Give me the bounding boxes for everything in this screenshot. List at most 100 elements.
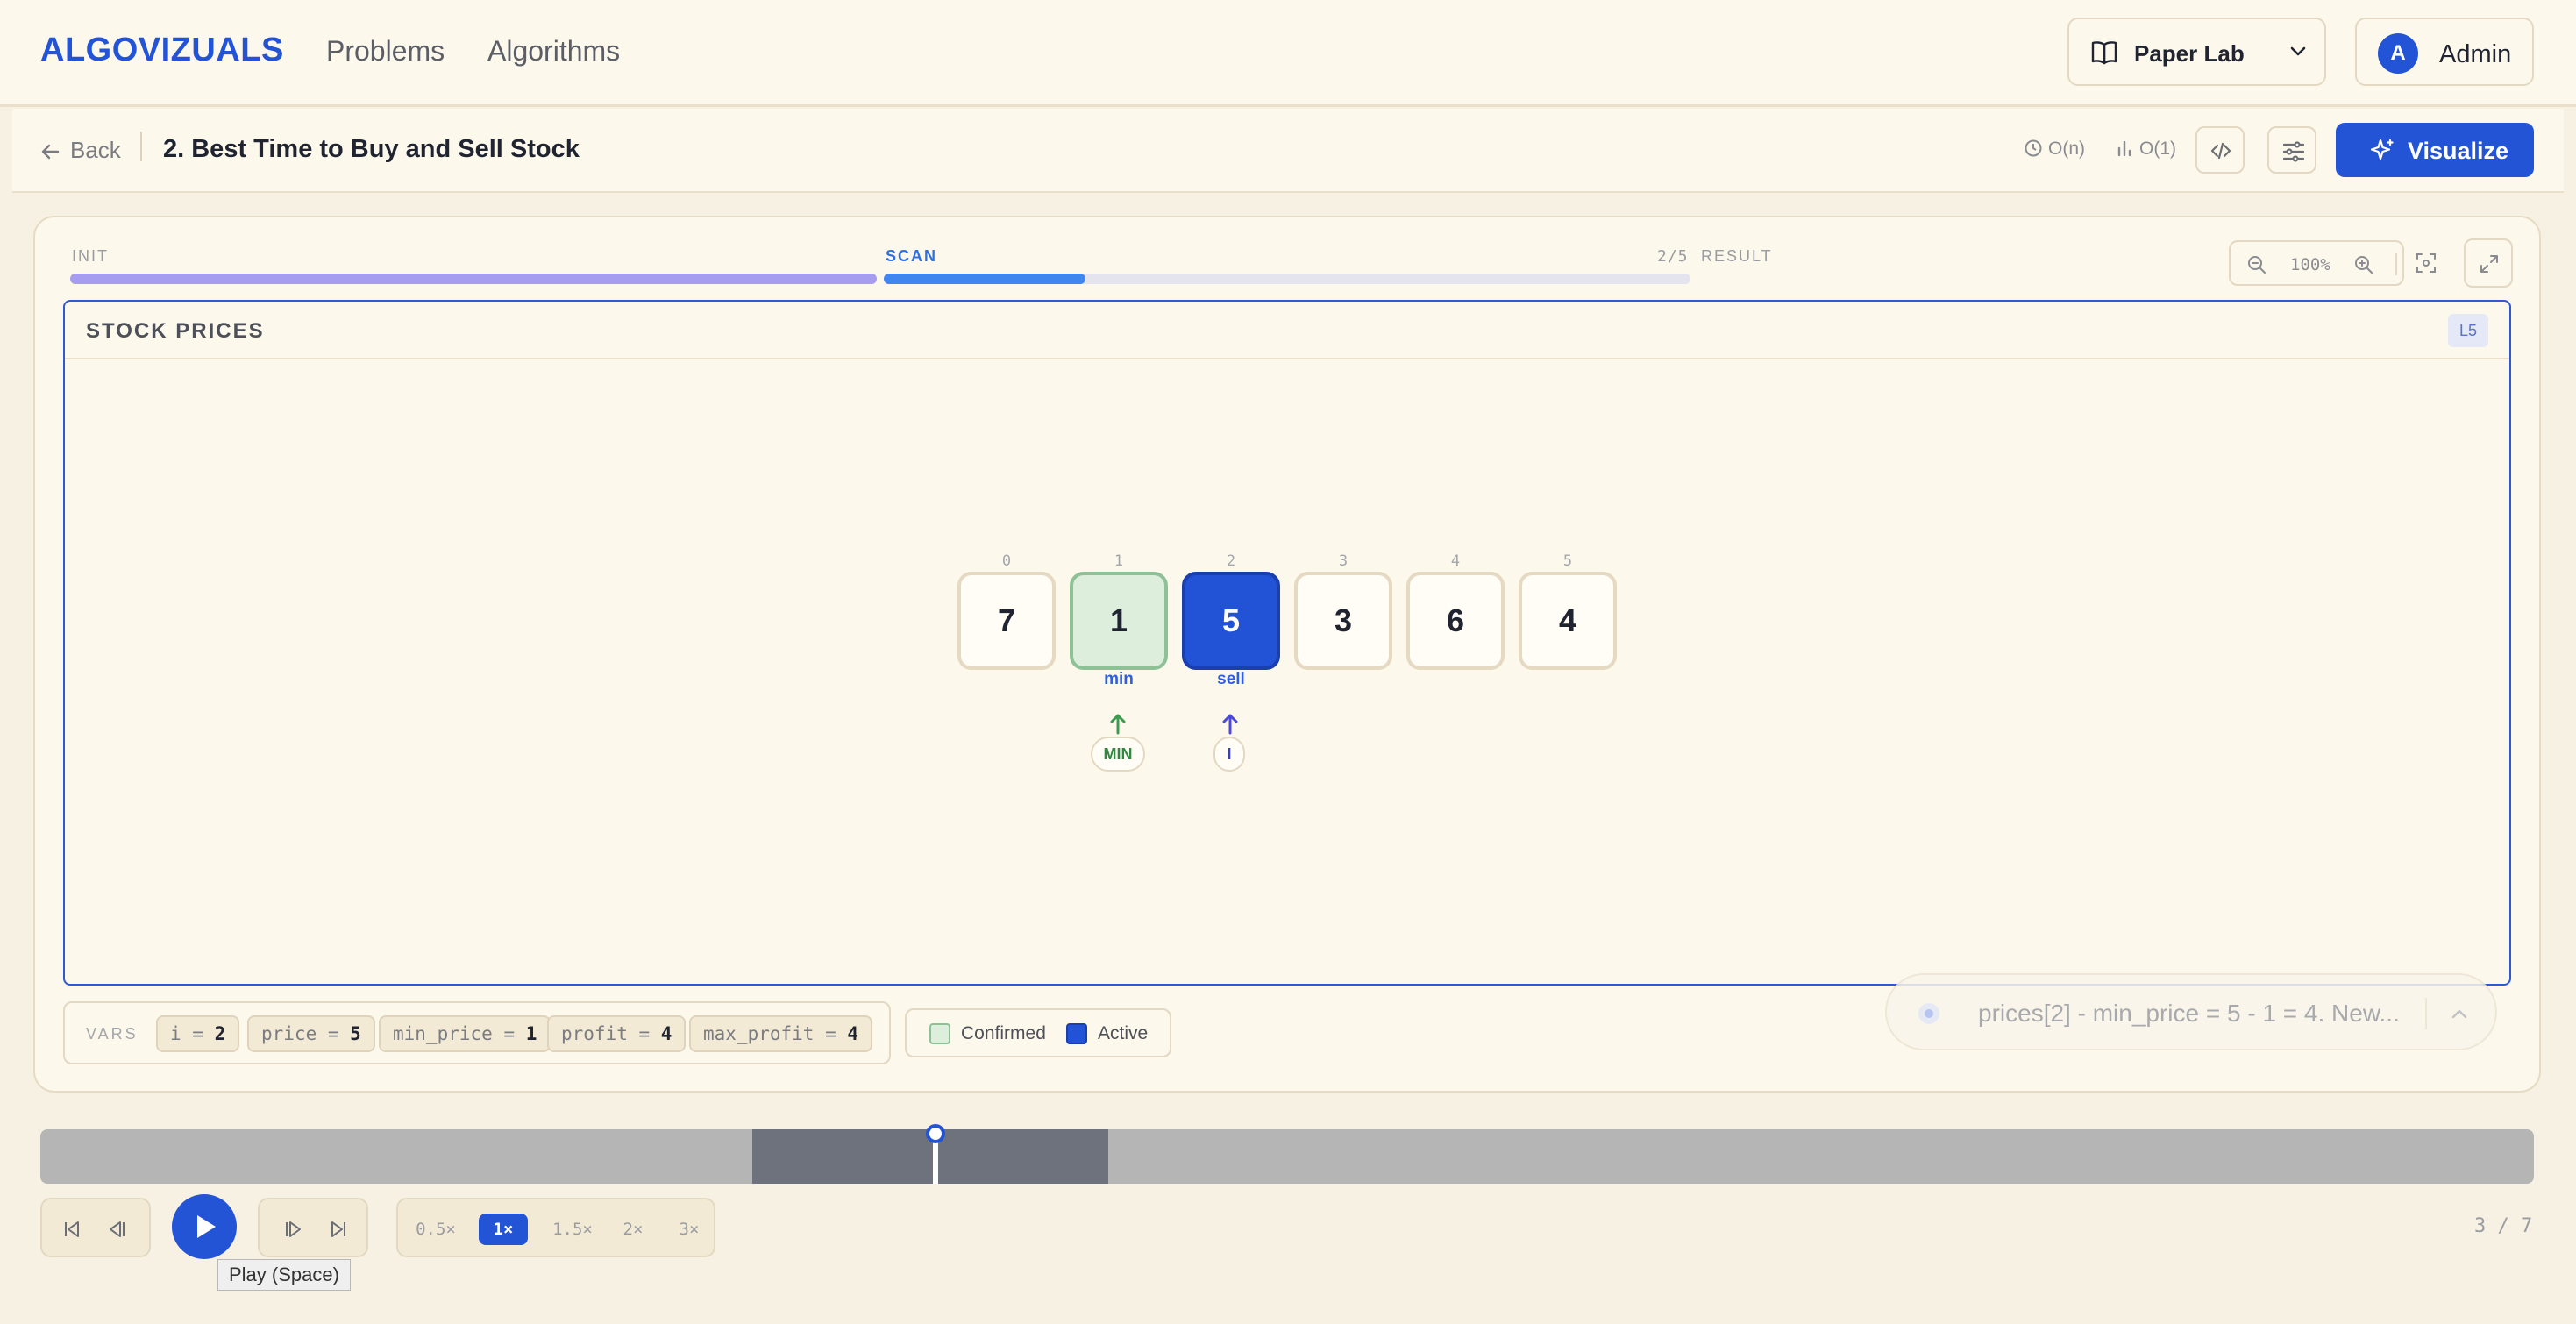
legend-confirmed-swatch [929,1023,950,1044]
array-index: 2 [1226,552,1236,570]
var-chip: profit = 4 [547,1015,687,1052]
time-complexity: O(n) [2024,139,2085,160]
step-counter: 3 / 7 [2474,1215,2533,1237]
play-button[interactable] [172,1194,237,1259]
panel-header: STOCK PRICES L5 [65,302,2509,359]
space-complexity: O(1) [2115,139,2176,160]
nav-link-problems[interactable]: Problems [326,35,445,68]
legend-active-label: Active [1098,1023,1149,1043]
var-chip: i = 2 [156,1015,240,1052]
back-label: Back [70,137,121,163]
var-name: min_price [393,1023,493,1044]
brand-logo[interactable]: ALGOVIZUALS [40,32,284,69]
array-cell[interactable]: 7 [957,572,1056,670]
phase-step-count: 2/5 [1657,247,1689,266]
var-name: max_profit [703,1023,815,1044]
legend: Confirmed Active [905,1008,1171,1057]
phase-init-progress [70,274,877,284]
panel-title: STOCK PRICES [86,319,265,343]
visualize-button[interactable]: Visualize [2336,123,2534,177]
zoom-level: 100% [2290,255,2330,274]
code-view-button[interactable] [2195,126,2245,174]
var-name: i [170,1023,181,1044]
zoom-out-icon[interactable] [2246,254,2267,280]
timeline-scrubber[interactable] [40,1124,2534,1184]
back-controls [40,1198,151,1257]
phase-init-label: INIT [72,247,109,265]
status-dot-icon [1918,1003,1939,1024]
chevron-up-icon[interactable] [2448,1003,2471,1030]
array-cell[interactable]: 5 [1182,572,1280,670]
step-forward-icon[interactable] [282,1219,303,1240]
speed-selector: 0.5× 1× 1.5× 2× 3× [396,1198,715,1257]
var-value: 5 [350,1023,361,1044]
array-index: 1 [1114,552,1124,570]
stock-prices-panel: STOCK PRICES L5 [63,300,2511,986]
code-icon [2210,142,2231,160]
speed-option[interactable]: 1.5× [542,1214,603,1245]
settings-button[interactable] [2267,126,2316,174]
timeline-handle[interactable] [926,1124,945,1143]
var-value: 2 [214,1023,226,1044]
book-icon [2090,39,2118,70]
zoom-controls: 100% [2229,240,2404,286]
arrow-up-icon [1220,712,1240,739]
divider [140,132,142,161]
phase-scan-progress [884,274,1690,284]
chevron-down-icon [2287,40,2309,68]
visualize-label: Visualize [2408,138,2509,164]
skip-end-icon[interactable] [328,1219,349,1240]
step-explanation-toast[interactable]: prices[2] - min_price = 5 - 1 = 4. New..… [1885,973,2497,1050]
var-chip: min_price = 1 [379,1015,551,1052]
var-value: 4 [660,1023,672,1044]
speed-option[interactable]: 3× [672,1214,707,1245]
speed-option[interactable]: 2× [616,1214,651,1245]
array-cell[interactable]: 1 [1070,572,1168,670]
speed-option[interactable]: 1× [479,1214,528,1245]
page-title: 2. Best Time to Buy and Sell Stock [163,135,580,163]
skip-start-icon[interactable] [61,1219,82,1240]
array-cell[interactable]: 6 [1406,572,1505,670]
avatar: A [2378,33,2418,74]
cell-pointer-label: sell [1217,670,1245,688]
back-button[interactable]: Back [40,137,121,164]
array-index: 3 [1338,552,1348,570]
min-pointer-tag: MIN [1091,737,1145,772]
arrow-up-icon [1108,712,1128,739]
nav-link-algorithms[interactable]: Algorithms [487,35,620,68]
var-value: 4 [847,1023,859,1044]
step-back-icon[interactable] [107,1219,128,1240]
level-badge: L5 [2448,314,2488,347]
var-name: price [261,1023,317,1044]
legend-confirmed-label: Confirmed [961,1023,1046,1043]
step-explanation-text: prices[2] - min_price = 5 - 1 = 4. New..… [1978,1000,2400,1027]
speed-option[interactable]: 0.5× [414,1214,458,1245]
var-chip: price = 5 [247,1015,375,1052]
var-chip: max_profit = 4 [689,1015,873,1052]
fullscreen-button[interactable] [2464,238,2513,288]
play-tooltip: Play (Space) [217,1259,351,1291]
variables-bar: VARS i = 2 price = 5 min_price = 1 profit =… [63,1001,891,1064]
user-menu-button[interactable]: A Admin [2355,18,2534,86]
phase-result-label: RESULT [1701,247,1773,265]
user-name: Admin [2439,40,2512,68]
phase-scan-fill [884,274,1085,284]
array-cell[interactable]: 3 [1294,572,1392,670]
array-index: 0 [1001,552,1012,570]
sparkle-icon [2370,139,2394,160]
vars-heading: VARS [86,1025,139,1043]
lab-select-dropdown[interactable]: Paper Lab [2067,18,2326,86]
divider [2395,253,2397,275]
fit-view-icon[interactable] [2415,252,2437,279]
lab-select-label: Paper Lab [2134,40,2245,67]
legend-active-swatch [1066,1023,1087,1044]
phase-scan-label: SCAN [886,247,938,265]
array-cell[interactable]: 4 [1519,572,1617,670]
top-nav: ALGOVIZUALS Problems Algorithms Paper La… [0,0,2576,107]
forward-controls [258,1198,368,1257]
zoom-in-icon[interactable] [2353,254,2374,280]
expand-icon [2480,255,2498,273]
var-value: 1 [525,1023,537,1044]
clock-icon [2025,139,2042,157]
problem-toolbar: Back 2. Best Time to Buy and Sell Stock … [12,109,2564,193]
